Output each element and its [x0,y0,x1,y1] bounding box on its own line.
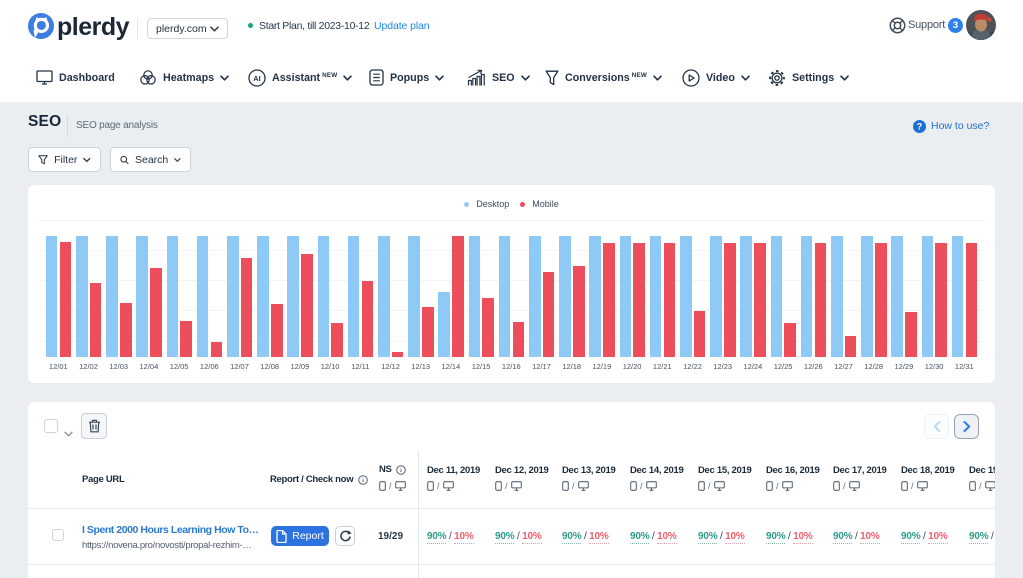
svg-text:AI: AI [253,74,261,83]
svg-text:?: ? [917,121,923,131]
